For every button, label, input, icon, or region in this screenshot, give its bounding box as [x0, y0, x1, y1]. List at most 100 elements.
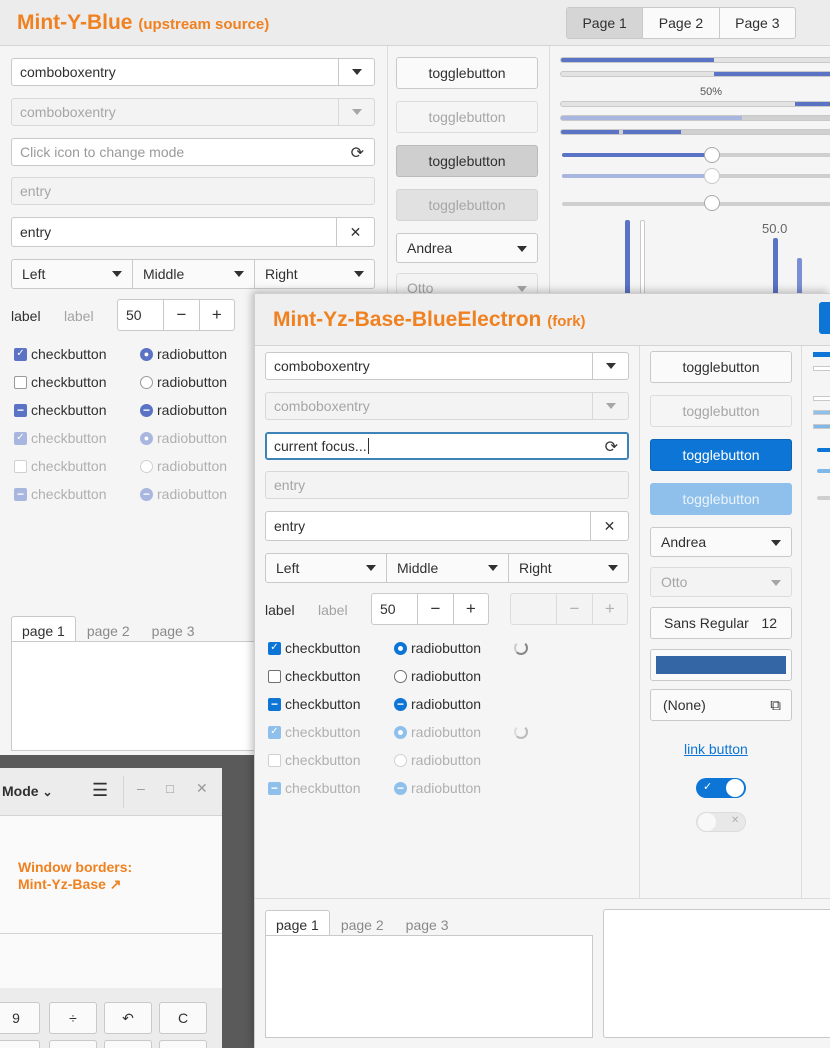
minimize-icon[interactable]: – [137, 780, 145, 796]
dash-icon: − [14, 487, 27, 501]
checkbutton-mixed[interactable]: − checkbutton [268, 696, 361, 712]
key-row-2[interactable] [0, 1040, 40, 1048]
checkbutton-checked[interactable]: ✓ checkbutton [14, 346, 107, 362]
scale-knob-disabled [704, 168, 720, 184]
radiobutton-label: radiobutton [157, 486, 228, 502]
radiobutton-unchecked-disabled: radiobutton [140, 458, 227, 474]
color-button[interactable] [650, 649, 792, 681]
togglebutton[interactable]: togglebutton [396, 57, 538, 89]
hamburger-menu-icon[interactable]: ☰ [92, 780, 108, 801]
radio-icon [140, 375, 153, 389]
radiobutton-checked[interactable]: radiobutton [394, 640, 481, 656]
radiobutton-label: radiobutton [411, 724, 482, 740]
combobox-entry[interactable]: comboboxentry [265, 352, 629, 380]
entry[interactable]: entry ✕ [11, 217, 375, 247]
togglebutton-active-disabled: togglebutton [396, 189, 538, 221]
plus-icon[interactable]: + [198, 300, 234, 330]
spin-button[interactable]: 50 − + [117, 299, 235, 331]
combobox-entry[interactable]: comboboxentry [11, 58, 375, 86]
header-tab-page3[interactable]: Page 3 [720, 8, 795, 38]
scale-trough-marked[interactable] [562, 202, 830, 206]
key-undo[interactable]: ↶ [104, 1002, 152, 1034]
combo-middle[interactable]: Middle [133, 260, 255, 288]
radiobutton-checked[interactable]: ● radiobutton [140, 346, 227, 362]
checkbutton-checked[interactable]: ✓ checkbutton [268, 640, 361, 656]
keypad: 9 ÷ ↶ C [0, 988, 222, 1048]
color-swatch [656, 656, 786, 674]
scale-knob[interactable] [704, 147, 720, 163]
key-row-2[interactable] [104, 1040, 152, 1048]
close-icon[interactable]: ✕ [196, 780, 208, 797]
chevron-down-icon[interactable] [592, 353, 628, 379]
combo-right[interactable]: Right [255, 260, 374, 288]
combo-otto-label: Otto [661, 574, 688, 590]
radio-dot-icon [394, 725, 407, 739]
combo-left[interactable]: Left [266, 554, 387, 582]
radiobutton-mixed[interactable]: − radiobutton [394, 696, 481, 712]
scale[interactable] [817, 448, 830, 452]
key-row-2[interactable] [49, 1040, 97, 1048]
combo-andrea[interactable]: Andrea [396, 233, 538, 263]
refresh-icon[interactable]: ⟳ [351, 143, 364, 163]
chevron-down-icon: ⌄ [42, 785, 53, 799]
minus-icon[interactable]: − [417, 594, 452, 624]
note-line-2[interactable]: Mint-Yz-Base ↗ [18, 876, 132, 893]
checkbutton-mixed[interactable]: − checkbutton [14, 402, 107, 418]
combo-right[interactable]: Right [509, 554, 628, 582]
icon-entry-focused[interactable]: current focus... ⟳ [265, 432, 629, 460]
radiobutton-unchecked[interactable]: radiobutton [140, 374, 227, 390]
checkbutton-unchecked[interactable]: checkbutton [268, 668, 361, 684]
header-tab-page1[interactable]: Page 1 [567, 8, 644, 38]
entry[interactable]: entry ✕ [265, 511, 629, 541]
switch-on[interactable]: ✓ [696, 778, 746, 798]
progress-bar [813, 396, 830, 401]
clear-icon[interactable]: ✕ [590, 512, 628, 540]
segmented-combos: Left Middle Right [11, 259, 375, 289]
chevron-down-icon[interactable] [338, 59, 374, 85]
combo-andrea-label: Andrea [661, 534, 707, 550]
key-clear[interactable]: C [159, 1002, 207, 1034]
focused-entry-text: current focus... [274, 438, 367, 454]
maximize-icon[interactable]: □ [166, 781, 174, 796]
refresh-icon[interactable]: ⟳ [605, 437, 618, 457]
file-chooser-button[interactable]: (None) ⧉ [650, 689, 792, 721]
header-stack-switcher[interactable] [819, 302, 830, 334]
radiobutton-label: radiobutton [157, 374, 228, 390]
vertical-scale-2[interactable] [797, 258, 802, 298]
clear-icon[interactable]: ✕ [336, 218, 374, 246]
key-row-2[interactable] [159, 1040, 207, 1048]
togglebutton[interactable]: togglebutton [650, 351, 792, 383]
spinner-icon-disabled [514, 725, 528, 739]
key-divide[interactable]: ÷ [49, 1002, 97, 1034]
plus-icon[interactable]: + [452, 594, 488, 624]
radiobutton-unchecked[interactable]: radiobutton [394, 668, 481, 684]
text-view[interactable] [603, 909, 830, 1038]
icon-entry[interactable]: Click icon to change mode ⟳ [11, 138, 375, 166]
togglebutton-active[interactable]: togglebutton [650, 439, 792, 471]
spin-button[interactable]: 50 − + [371, 593, 489, 625]
font-button[interactable]: Sans Regular 12 [650, 607, 792, 639]
document-open-icon: ⧉ [770, 696, 781, 714]
minus-icon[interactable]: − [163, 300, 198, 330]
checkbutton-unchecked[interactable]: checkbutton [14, 374, 107, 390]
font-size: 12 [761, 615, 777, 631]
radiobutton-mixed[interactable]: − radiobutton [140, 402, 227, 418]
combo-andrea[interactable]: Andrea [650, 527, 792, 557]
mode-menu[interactable]: Mode ⌄ [2, 783, 53, 799]
scale-knob-marked[interactable] [704, 195, 720, 211]
combo-left[interactable]: Left [12, 260, 133, 288]
checkbutton-unchecked-disabled: checkbutton [14, 458, 107, 474]
link-button[interactable]: link button [684, 741, 748, 757]
spin-value[interactable]: 50 [118, 300, 163, 330]
scale-trough[interactable] [562, 153, 830, 157]
header-tab-page2[interactable]: Page 2 [643, 8, 720, 38]
notebook-page [11, 641, 271, 751]
combo-middle[interactable]: Middle [387, 554, 509, 582]
chevron-down-icon [234, 271, 244, 277]
togglebutton-active[interactable]: togglebutton [396, 145, 538, 177]
scale[interactable] [817, 496, 830, 500]
header-bar: Mint-Y-Blue (upstream source) Page 1 Pag… [0, 0, 830, 46]
spin-value[interactable]: 50 [372, 594, 417, 624]
key-9[interactable]: 9 [0, 1002, 40, 1034]
vertical-scale[interactable] [773, 238, 778, 298]
